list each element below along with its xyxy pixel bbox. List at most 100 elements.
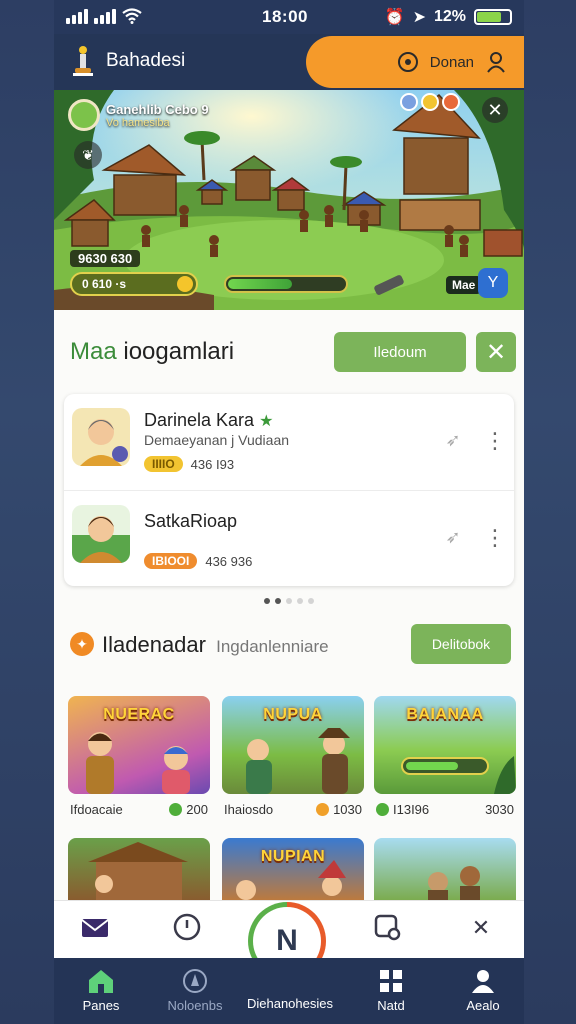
hero-player-badge: Ganehlib Cebo 9 Vo hamesiba <box>68 99 209 131</box>
hero-title: Ganehlib Cebo 9 <box>106 101 209 117</box>
nav-label: Diehanohesies <box>246 996 333 1011</box>
game-caption: Ifdoacaie 200 <box>68 802 210 817</box>
top-bar: Bahadesi Donan <box>54 34 524 90</box>
game-tile[interactable]: NUPUA Ihaiosdo 1030 <box>222 696 364 817</box>
players-list: Darinela Kara ★ Demaeyanan j Vudiaan III… <box>64 394 514 586</box>
nav-item-play[interactable]: Diehanohesies <box>230 996 350 1011</box>
target-icon <box>397 52 418 72</box>
send-icon[interactable]: ➶ <box>442 430 464 452</box>
game-caption: I13I96 3030 <box>374 802 516 817</box>
timer-icon[interactable] <box>172 913 202 943</box>
players-action-button[interactable]: Iledoum <box>334 332 466 372</box>
alarm-icon: ⏰ <box>384 9 405 26</box>
game-stat: 200 <box>169 802 208 817</box>
home-icon <box>54 968 148 994</box>
mail-icon[interactable] <box>80 913 110 943</box>
background-left <box>0 0 54 1024</box>
account-label: Donan <box>429 53 474 71</box>
check-icon <box>169 803 183 816</box>
app-screen: Bahadesi Donan Ganehlib Cebo 9 Vo hamesi… <box>54 34 524 1024</box>
game-tile[interactable]: NUERAC Ifdoacaie 200 <box>68 696 210 817</box>
game-art: NUERAC <box>68 696 210 794</box>
game-caption: Ihaiosdo 1030 <box>222 802 364 817</box>
players-section-title: Maa ioogamlari <box>70 338 234 366</box>
location-icon: ➤ <box>412 9 426 26</box>
game-name: Ihaiosdo <box>224 802 274 817</box>
players-title-lead: Maa <box>70 338 117 365</box>
player-meta: IIIIO 436 I93 <box>144 456 234 472</box>
pagination-dots[interactable] <box>264 598 314 604</box>
more-vertical-icon[interactable]: ⋮ <box>484 428 506 454</box>
player-meta: IBIOOI 436 936 <box>144 553 252 569</box>
hero-progress-fill <box>228 279 292 289</box>
flame-icon: ✦ <box>70 632 94 656</box>
coin-icon <box>421 93 439 111</box>
list-item[interactable]: Darinela Kara ★ Demaeyanan j Vudiaan III… <box>64 394 514 490</box>
game-name: I13I96 <box>393 802 430 817</box>
account-pill[interactable]: Donan <box>306 36 524 88</box>
status-time: 18:00 <box>262 7 308 26</box>
user-icon <box>487 52 505 73</box>
player-name-text: Darinela Kara <box>144 410 255 430</box>
compass-icon <box>148 968 242 994</box>
nav-item-explore[interactable]: Noloenbs <box>148 968 242 1013</box>
star-icon: ★ <box>259 413 274 430</box>
game-tile[interactable] <box>374 838 516 902</box>
hero-status-icons <box>400 93 460 111</box>
player-name: SatkaRioap <box>144 511 237 532</box>
avatar <box>72 408 130 466</box>
game-stat-value: 200 <box>186 802 208 817</box>
nav-item-home[interactable]: Panes <box>54 968 148 1013</box>
game-stat-value: 3030 <box>485 802 514 817</box>
player-count: 436 936 <box>205 553 253 569</box>
heart-icon <box>442 93 460 111</box>
nav-label: Natd <box>377 998 405 1013</box>
coin-icon <box>316 803 330 816</box>
brand[interactable]: Bahadesi <box>70 45 185 77</box>
nav-item-grid[interactable]: Natd <box>344 968 438 1013</box>
game-art: BAIANAA <box>374 696 516 794</box>
games-subtitle: Ingdanlenniare <box>216 637 329 656</box>
game-tile[interactable]: NUPIAN <box>222 838 364 902</box>
close-icon[interactable]: ✕ <box>466 913 496 943</box>
leaf-icon[interactable]: ❦ <box>74 141 102 169</box>
coin-icon <box>177 276 193 292</box>
hero-subtitle: Vo hamesiba <box>106 116 170 129</box>
player-count: 436 I93 <box>190 456 235 472</box>
nav-item-profile[interactable]: Aealo <box>436 968 524 1013</box>
game-art: NUPUA <box>222 696 364 794</box>
player-name-text: SatkaRioap <box>144 511 238 531</box>
nav-label: Panes <box>82 998 120 1013</box>
map-icon[interactable] <box>372 913 402 943</box>
player-name: Darinela Kara ★ <box>144 410 273 431</box>
game-art: NUPIAN <box>222 838 364 902</box>
close-button[interactable]: ✕ <box>476 332 516 372</box>
share-icon[interactable]: Y <box>478 268 508 298</box>
hero-game-banner[interactable]: Ganehlib Cebo 9 Vo hamesiba ❦ ✕ 9630 630… <box>54 90 524 310</box>
game-art <box>374 838 516 902</box>
hero-hp: 9630 630 <box>70 250 141 267</box>
nav-label: Aealo <box>466 998 500 1013</box>
game-stat: 1030 <box>316 802 362 817</box>
content-sheet: Maa ioogamlari Iledoum ✕ Darinela Kara ★… <box>54 310 524 902</box>
check-icon <box>376 803 389 816</box>
close-icon[interactable]: ✕ <box>482 97 508 123</box>
games-action-button[interactable]: Delitobok <box>411 624 511 664</box>
more-vertical-icon[interactable]: ⋮ <box>484 525 506 551</box>
player-subtitle: Demaeyanan j Vudiaan <box>144 432 290 448</box>
bottom-nav: Panes Noloenbs Diehanohesies Natd Aealo <box>54 958 524 1024</box>
game-stat-value: 1030 <box>333 802 362 817</box>
grid-icon <box>344 968 438 994</box>
avatar <box>72 505 130 563</box>
games-title-text: Iladenadar <box>102 632 206 657</box>
nav-label: Noloenbs <box>167 998 223 1013</box>
status-bar: 18:00 ⏰ ➤ 12% <box>0 0 576 34</box>
send-icon[interactable]: ➶ <box>442 527 464 549</box>
wifi-icon <box>122 8 142 24</box>
signal-icon <box>66 8 88 24</box>
game-tile[interactable]: BAIANAA I13I96 3030 <box>374 696 516 817</box>
hero-coins: 0 610 ·s <box>70 272 198 296</box>
brand-logo-icon <box>73 46 93 76</box>
game-tile[interactable] <box>68 838 210 902</box>
list-item[interactable]: SatkaRioap IBIOOI 436 936 ➶ ⋮ <box>64 490 514 586</box>
